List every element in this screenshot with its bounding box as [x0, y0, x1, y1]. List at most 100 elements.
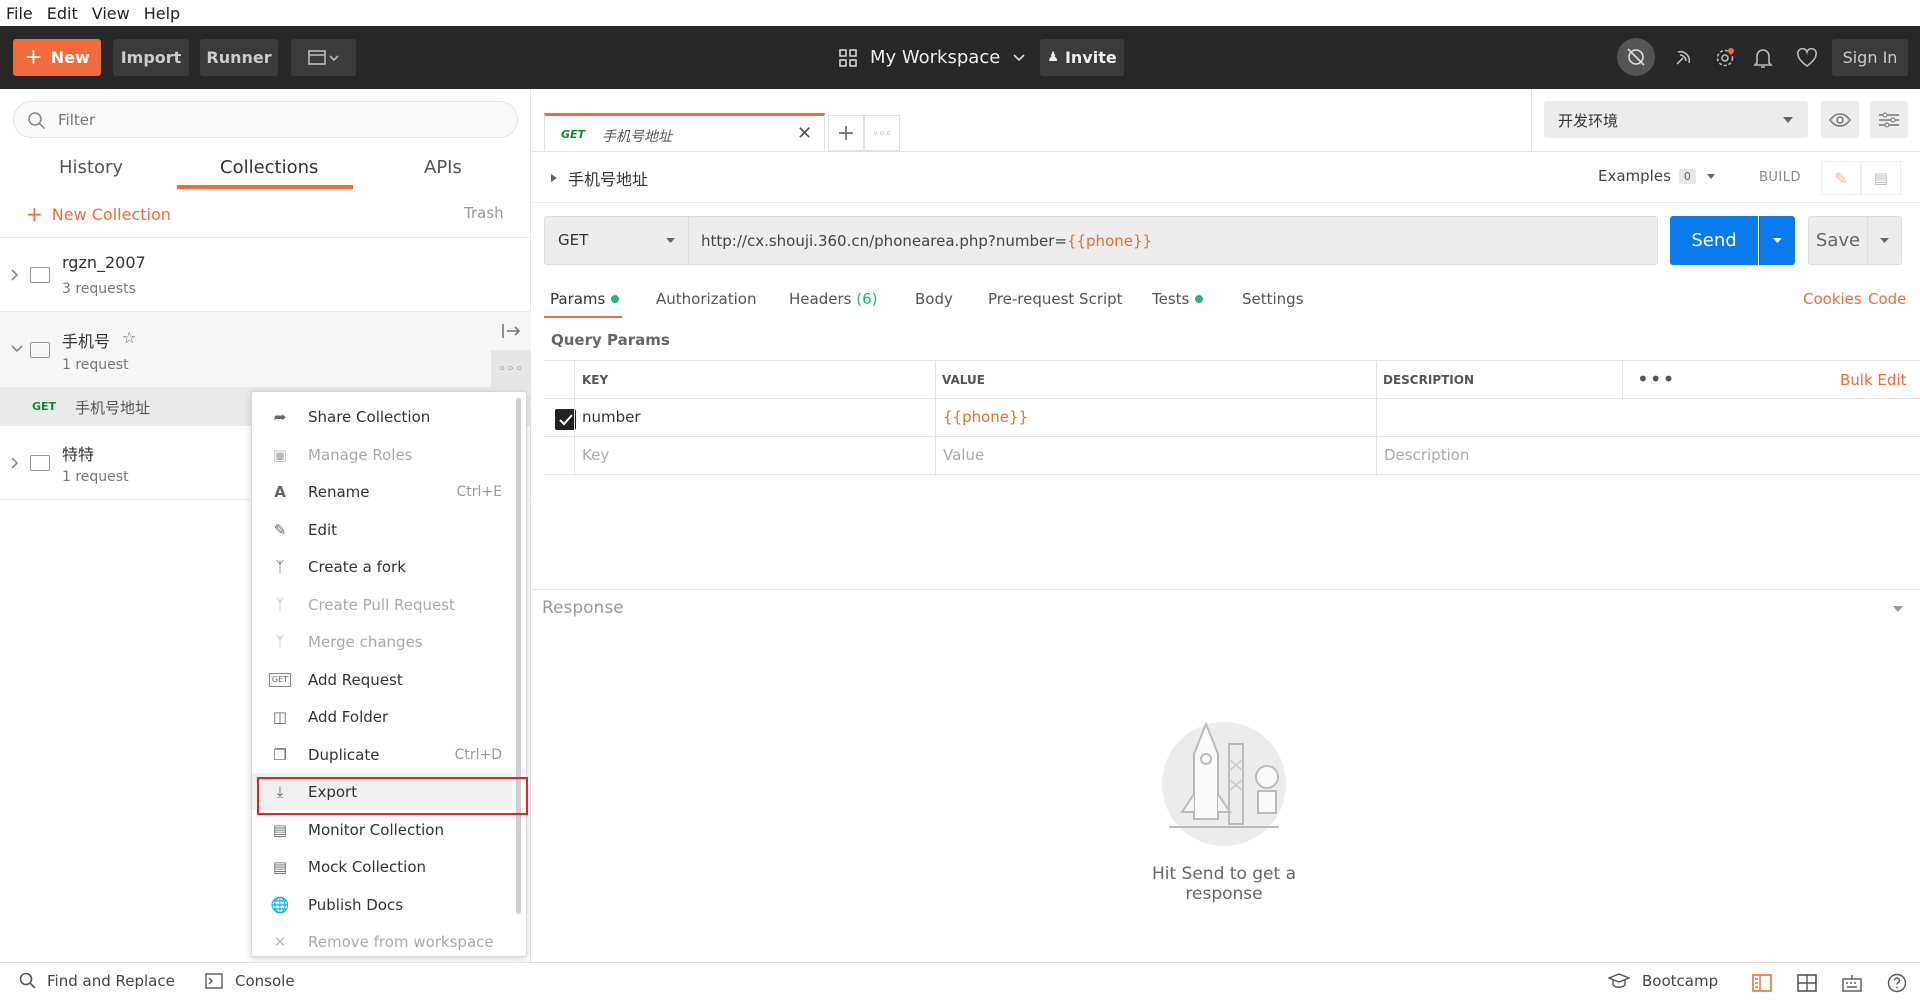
divider [532, 151, 1920, 152]
manage-environments-button[interactable] [1870, 101, 1908, 138]
menu-item-edit[interactable]: ✎ Edit [252, 511, 512, 548]
tab-headers[interactable]: Headers (6) [789, 290, 877, 308]
collection-item-selected[interactable]: 手机号 ☆ 1 request ◦◦◦ [0, 312, 531, 388]
key-placeholder[interactable]: Key [582, 446, 609, 464]
tab-body[interactable]: Body [915, 290, 953, 308]
sync-off-icon[interactable] [1617, 38, 1655, 76]
environment-select[interactable]: 开发环境 [1544, 101, 1808, 138]
menu-item-publish-docs[interactable]: 🌐 Publish Docs [252, 886, 512, 923]
two-pane-view-icon[interactable] [1752, 974, 1772, 996]
pencil-icon: ✎ [273, 520, 287, 539]
save-options-button[interactable] [1868, 216, 1902, 265]
tab-collections[interactable]: Collections [220, 157, 318, 178]
bootcamp-button[interactable]: Bootcamp [1608, 972, 1718, 990]
export-highlight-box [257, 777, 528, 815]
window-icon [307, 49, 339, 65]
method-select[interactable]: GET [544, 216, 689, 265]
menu-item-create-pull-request: ᛉ Create Pull Request [252, 586, 512, 623]
search-icon [28, 112, 46, 130]
find-replace-button[interactable]: Find and Replace [19, 972, 175, 990]
search-icon [19, 972, 36, 989]
settings-gear-icon[interactable] [1707, 40, 1743, 76]
menu-view[interactable]: View [92, 4, 130, 23]
table-row-empty: Key Value Description [544, 437, 1920, 475]
row-checkbox[interactable] [555, 409, 576, 430]
bulk-edit-link[interactable]: Bulk Edit [1840, 371, 1906, 389]
tab-history[interactable]: History [59, 157, 123, 178]
tab-pre-request-script[interactable]: Pre-request Script [988, 290, 1123, 308]
tab-authorization[interactable]: Authorization [656, 290, 756, 308]
comment-icon: ▤ [1873, 169, 1889, 187]
cookies-link[interactable]: Cookies [1803, 290, 1862, 308]
filter-input[interactable] [58, 110, 498, 130]
close-icon[interactable]: ✕ [797, 123, 812, 144]
send-button[interactable]: Send [1670, 216, 1758, 265]
new-collection-button[interactable]: + New Collection [26, 202, 171, 226]
menu-item-duplicate[interactable]: ❐ Duplicate Ctrl+D [252, 736, 512, 773]
tab-apis[interactable]: APIs [424, 157, 462, 178]
new-tab-button[interactable]: + [828, 115, 864, 151]
param-value[interactable]: {{phone}} [943, 408, 1028, 426]
tab-tests[interactable]: Tests [1152, 290, 1204, 308]
edit-mode-button[interactable]: ✎ [1821, 161, 1861, 195]
comments-button[interactable]: ▤ [1861, 161, 1901, 195]
param-key[interactable]: number [582, 408, 641, 426]
tab-name: 手机号地址 [602, 129, 672, 145]
save-button[interactable]: Save [1808, 216, 1868, 265]
side-panel-toggle[interactable] [491, 312, 531, 350]
import-button[interactable]: Import [113, 39, 189, 76]
collection-item[interactable]: rgzn_2007 3 requests [0, 238, 531, 312]
pencil-icon: ✎ [1834, 168, 1848, 188]
tab-params[interactable]: Params [550, 290, 620, 308]
sign-in-button[interactable]: Sign In [1832, 39, 1908, 76]
new-window-button[interactable] [291, 39, 356, 76]
chevron-down-icon[interactable] [1892, 605, 1904, 613]
menu-item-mock-collection[interactable]: ▤ Mock Collection [252, 848, 512, 885]
examples-dropdown[interactable]: Examples 0 [1598, 167, 1716, 185]
menu-scrollbar[interactable] [516, 398, 521, 914]
layout-grid-icon[interactable] [1797, 974, 1817, 996]
star-icon[interactable]: ☆ [122, 328, 136, 347]
request-tab[interactable]: GET 手机号地址 ✕ [544, 113, 825, 151]
environment-quick-look-button[interactable] [1821, 101, 1859, 138]
workspace-switcher[interactable]: My Workspace [838, 39, 1026, 76]
menu-item-add-folder[interactable]: ◫ Add Folder [252, 698, 512, 735]
get-request-icon: GET [269, 672, 291, 687]
column-divider [1376, 361, 1377, 476]
keyboard-shortcuts-icon[interactable] [1842, 974, 1862, 996]
menu-item-merge-changes: ᛉ Merge changes [252, 623, 512, 660]
trash-link[interactable]: Trash [464, 204, 504, 222]
menu-item-rename[interactable]: A Rename Ctrl+E [252, 473, 512, 510]
description-placeholder[interactable]: Description [1384, 446, 1469, 464]
filter-box[interactable] [13, 101, 518, 138]
bell-icon[interactable] [1745, 40, 1781, 76]
terminal-icon [205, 973, 223, 989]
heart-icon[interactable] [1789, 40, 1825, 76]
satellite-icon[interactable] [1665, 40, 1701, 76]
more-horizontal-icon[interactable]: ••• [1637, 367, 1675, 391]
menu-help[interactable]: Help [144, 4, 180, 23]
chevron-right-icon [11, 457, 19, 469]
send-options-button[interactable] [1759, 216, 1795, 265]
invite-button[interactable]: ♟ Invite [1040, 39, 1124, 76]
console-button[interactable]: Console [205, 972, 295, 990]
menu-item-monitor-collection[interactable]: ▤ Monitor Collection [252, 811, 512, 848]
runner-button[interactable]: Runner [200, 39, 278, 76]
build-mode-label[interactable]: BUILD [1759, 170, 1801, 185]
tab-options-button[interactable]: ◦◦◦ [864, 115, 900, 151]
collection-more-button[interactable]: ◦◦◦ [491, 350, 531, 388]
menu-item-add-request[interactable]: GET Add Request [252, 661, 512, 698]
new-button[interactable]: + New [13, 39, 101, 76]
help-icon[interactable] [1887, 973, 1907, 997]
menu-item-create-fork[interactable]: ᛉ Create a fork [252, 548, 512, 585]
monitor-icon: ▤ [272, 820, 288, 839]
tab-settings[interactable]: Settings [1242, 290, 1304, 308]
menu-file[interactable]: File [6, 4, 33, 23]
value-placeholder[interactable]: Value [943, 446, 984, 464]
url-input[interactable]: http://cx.shouji.360.cn/phonearea.php?nu… [689, 216, 1658, 265]
menu-item-share-collection[interactable]: ➦ Share Collection [252, 398, 512, 435]
menu-edit[interactable]: Edit [47, 4, 78, 23]
request-title[interactable]: 手机号地址 [550, 166, 648, 190]
code-link[interactable]: Code [1868, 290, 1906, 308]
collection-name: 手机号 [62, 332, 111, 351]
